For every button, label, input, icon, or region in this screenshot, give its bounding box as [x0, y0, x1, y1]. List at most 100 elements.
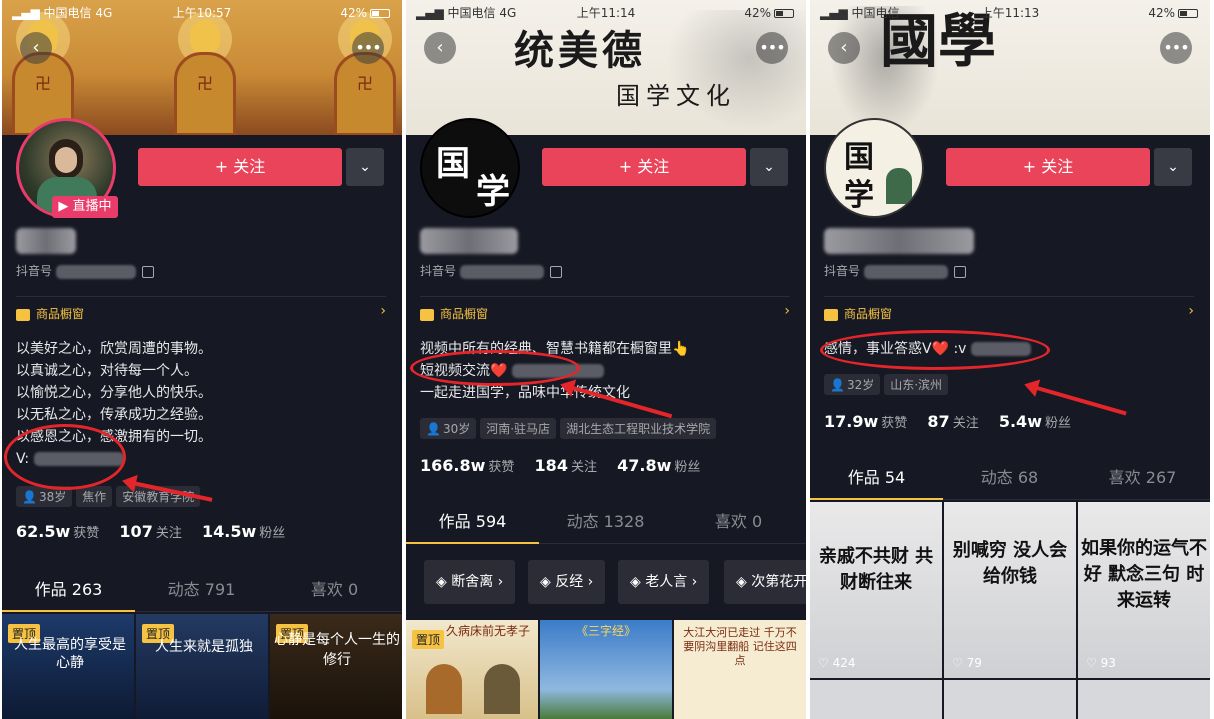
video-thumbnail[interactable]: 置顶 人生最高的享受是心静	[2, 614, 134, 719]
video-thumbnail[interactable]: 大江大河已走过 千万不要阴沟里翻船 记住这四点	[674, 620, 806, 719]
avatar[interactable]: 国 学	[420, 118, 520, 218]
profile-tags: 👤 38岁 焦作 安徽教育学院	[16, 486, 204, 507]
video-thumbnail[interactable]: 《三字经》	[540, 620, 672, 719]
status-bar: ▂▄▆ 中国电信 上午11:13 42%	[810, 0, 1210, 26]
collection-chip[interactable]: ◈ 断舍离 ›	[424, 560, 516, 604]
battery-text: 42%	[340, 6, 367, 20]
follow-button[interactable]: + 关注	[542, 148, 746, 186]
video-thumbnail[interactable]: 亲戚不共财 共财断往来 ♡ 424	[810, 502, 942, 678]
collection-chip[interactable]: ◈ 次第花开	[724, 560, 806, 604]
tab-works[interactable]: 作品 54	[810, 456, 943, 500]
more-dots-icon: •••	[355, 38, 381, 57]
tab-activity[interactable]: 动态 68	[943, 456, 1076, 500]
follow-button[interactable]: + 关注	[946, 148, 1150, 186]
annotation-circle	[4, 424, 126, 490]
follow-button[interactable]: + 关注	[138, 148, 342, 186]
fans-count[interactable]: 5.4w 粉丝	[999, 412, 1071, 431]
recommend-dropdown-button[interactable]: ⌄	[1154, 148, 1192, 186]
shop-window-link[interactable]: 商品橱窗 ›	[420, 296, 790, 326]
shop-window-link[interactable]: 商品橱窗 ›	[16, 296, 386, 326]
video-thumbnail[interactable]	[810, 680, 942, 719]
more-button[interactable]: •••	[1160, 32, 1192, 64]
layers-icon: ◈	[436, 574, 447, 590]
tab-works[interactable]: 作品 263	[2, 568, 135, 612]
like-count: ♡ 93	[1086, 656, 1116, 670]
back-button[interactable]: ‹	[828, 32, 860, 64]
video-thumbnail[interactable]: 置顶 心静是每个人一生的修行	[270, 614, 402, 719]
tab-likes[interactable]: 喜欢 0	[672, 500, 805, 544]
chevron-right-icon: ›	[1188, 303, 1194, 319]
fans-count[interactable]: 47.8w 粉丝	[617, 456, 700, 475]
video-thumbnail[interactable]: 置顶 人生来就是孤独	[136, 614, 268, 719]
collection-chip[interactable]: ◈ 老人言 ›	[618, 560, 710, 604]
annotation-arrow	[1029, 384, 1127, 416]
more-button[interactable]: •••	[352, 32, 384, 64]
collection-chip[interactable]: ◈ 反经 ›	[528, 560, 606, 604]
person-icon: 👤	[426, 422, 441, 436]
profile-tabs: 作品 263 动态 791 喜欢 0	[2, 568, 402, 612]
buddha-image: 卍	[174, 12, 236, 135]
banner-calligraphy: 统美德	[514, 27, 646, 74]
douyin-id: 抖音号	[16, 262, 154, 279]
live-badge[interactable]: ▶ 直播中	[52, 196, 118, 218]
chevron-left-icon: ‹	[840, 37, 848, 58]
chevron-down-icon: ⌄	[359, 159, 371, 175]
profile-stats: 166.8w 获赞 184 关注 47.8w 粉丝	[420, 456, 701, 475]
like-count: ♡ 424	[818, 656, 856, 670]
douyin-id: 抖音号	[824, 262, 966, 279]
layers-icon: ◈	[736, 574, 747, 590]
chevron-right-icon: ›	[380, 303, 386, 319]
status-bar: ▂▄▆ 中国电信 4G 上午10:57 42%	[2, 0, 402, 26]
video-thumbnail[interactable]	[944, 680, 1076, 719]
avatar[interactable]: 国 学	[824, 118, 924, 218]
profile-stats: 62.5w 获赞 107 关注 14.5w 粉丝	[16, 522, 286, 541]
person-icon: 👤	[22, 490, 37, 504]
pinned-badge: 置顶	[412, 630, 445, 649]
following-count[interactable]: 184 关注	[535, 456, 597, 475]
back-button[interactable]: ‹	[20, 32, 52, 64]
annotation-circle	[820, 330, 1050, 370]
profile-screen-1: 卍 卍 卍 ▂▄▆ 中国电信 4G 上午10:57 42% ‹ ••• ▶ 直播…	[2, 0, 402, 719]
status-bar: ▂▄▆ 中国电信 4G 上午11:14 42%	[406, 0, 806, 26]
tab-works[interactable]: 作品 594	[406, 500, 539, 544]
video-thumbnail[interactable]: 别喊穷 没人会给你钱 ♡ 79	[944, 502, 1076, 678]
username-redacted	[16, 228, 76, 254]
chevron-left-icon: ‹	[436, 37, 444, 58]
video-thumbnail[interactable]	[1078, 680, 1210, 719]
profile-tabs: 作品 54 动态 68 喜欢 267	[810, 456, 1210, 500]
tab-indicator	[810, 498, 943, 500]
fans-count[interactable]: 14.5w 粉丝	[202, 522, 285, 541]
recommend-dropdown-button[interactable]: ⌄	[750, 148, 788, 186]
more-button[interactable]: •••	[756, 32, 788, 64]
profile-tags: 👤 30岁 河南·驻马店 湖北生态工程职业技术学院	[420, 418, 720, 439]
tab-indicator	[2, 610, 135, 612]
copy-icon[interactable]	[549, 265, 562, 278]
following-count[interactable]: 87 关注	[927, 412, 978, 431]
tab-likes[interactable]: 喜欢 0	[268, 568, 401, 612]
tab-activity[interactable]: 动态 791	[135, 568, 268, 612]
copy-icon[interactable]	[953, 265, 966, 278]
tab-likes[interactable]: 喜欢 267	[1076, 456, 1209, 500]
chevron-down-icon: ⌄	[1167, 159, 1179, 175]
heart-icon: ♡	[952, 656, 963, 670]
battery-icon	[1178, 9, 1198, 18]
chevron-down-icon: ⌄	[763, 159, 775, 175]
shop-icon	[420, 308, 434, 321]
more-dots-icon: •••	[759, 38, 785, 57]
back-button[interactable]: ‹	[424, 32, 456, 64]
following-count[interactable]: 107 关注	[119, 522, 181, 541]
video-thumbnail[interactable]: 如果你的运气不好 默念三句 时来运转 ♡ 93	[1078, 502, 1210, 678]
profile-tabs: 作品 594 动态 1328 喜欢 0	[406, 500, 806, 544]
video-thumbnail[interactable]: 置顶 久病床前无孝子	[406, 620, 538, 719]
more-dots-icon: •••	[1163, 38, 1189, 57]
tab-indicator	[406, 542, 539, 544]
shop-window-link[interactable]: 商品橱窗 ›	[824, 296, 1194, 326]
heart-icon: ♡	[818, 656, 829, 670]
screenshot-collage: 卍 卍 卍 ▂▄▆ 中国电信 4G 上午10:57 42% ‹ ••• ▶ 直播…	[0, 0, 1214, 719]
recommend-dropdown-button[interactable]: ⌄	[346, 148, 384, 186]
tab-activity[interactable]: 动态 1328	[539, 500, 672, 544]
profile-screen-2: 统美德 国学文化 ▂▄▆ 中国电信 4G 上午11:14 42% ‹ ••• 国…	[406, 0, 806, 719]
heart-icon: ♡	[1086, 656, 1097, 670]
like-count: ♡ 79	[952, 656, 982, 670]
copy-icon[interactable]	[141, 265, 154, 278]
